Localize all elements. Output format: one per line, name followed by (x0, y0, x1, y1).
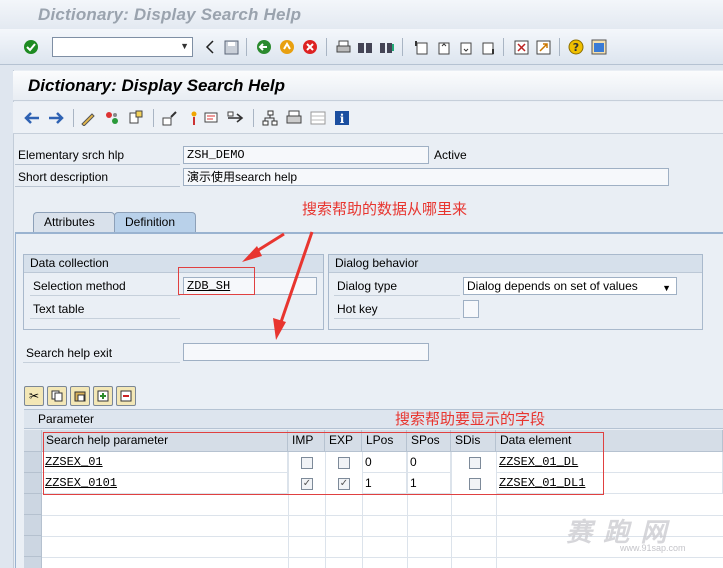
select-all-corner[interactable] (24, 430, 42, 452)
dialog-type-select[interactable]: Dialog depends on set of values ▼ (463, 277, 677, 295)
hierarchy-icon[interactable] (261, 109, 279, 127)
object-list-icon[interactable] (127, 109, 145, 127)
exit-icon[interactable] (278, 38, 296, 56)
selection-method-highlight (178, 267, 255, 295)
activate-icon[interactable] (103, 109, 121, 127)
back-icon[interactable] (255, 38, 273, 56)
svg-text:?: ? (573, 41, 579, 54)
window-title: Dictionary: Display Search Help (38, 5, 302, 24)
table-view-icon[interactable] (309, 109, 327, 127)
arrow-left-icon[interactable] (23, 109, 41, 127)
chevron-down-icon[interactable]: ▼ (180, 41, 189, 51)
tab-attributes[interactable]: Attributes (33, 212, 115, 232)
dialog-behavior-title: Dialog behavior (329, 255, 702, 273)
cancel-icon[interactable] (301, 38, 319, 56)
find-next-icon[interactable] (378, 38, 396, 56)
watermark-url: www.91sap.com (620, 543, 686, 553)
dialog-type-value: Dialog depends on set of values (467, 279, 638, 293)
row-selector[interactable] (24, 452, 42, 473)
tab-definition[interactable]: Definition (114, 212, 196, 232)
page-title: Dictionary: Display Search Help (28, 76, 285, 95)
last-page-icon[interactable] (478, 38, 496, 56)
where-used-icon[interactable] (161, 109, 179, 127)
hot-key-label: Hot key (334, 300, 460, 319)
search-help-exit-label: Search help exit (23, 344, 180, 363)
command-field[interactable]: ▼ (52, 37, 193, 57)
information-icon[interactable]: i (333, 109, 351, 127)
short-description-label: Short description (15, 168, 180, 187)
short-description-field[interactable]: 演示使用search help (183, 168, 669, 186)
text-table-label: Text table (30, 300, 180, 319)
help-icon[interactable]: ? (567, 38, 585, 56)
edit-pencil-icon[interactable] (79, 109, 97, 127)
parameter-section-title: Parameter (24, 409, 723, 429)
arrow-right-icon[interactable] (47, 109, 65, 127)
elementary-search-help-label: Elementary srch hlp (15, 146, 180, 165)
row-selector[interactable] (24, 515, 42, 536)
new-session-icon[interactable] (512, 38, 530, 56)
dialog-type-label: Dialog type (334, 277, 460, 296)
enter-check-icon[interactable] (22, 38, 40, 56)
shortcut-icon[interactable] (534, 38, 552, 56)
text-table-value (183, 300, 317, 318)
cut-icon[interactable]: ✂ (24, 386, 44, 406)
save-icon[interactable] (222, 38, 240, 56)
first-page-icon[interactable] (412, 38, 430, 56)
print-list-icon[interactable] (285, 109, 303, 127)
row-selector[interactable] (24, 473, 42, 494)
navigate-icon[interactable] (227, 109, 245, 127)
data-collection-title: Data collection (24, 255, 323, 273)
application-toolbar: i (13, 102, 723, 134)
triangle-left-icon[interactable] (201, 38, 219, 56)
row-selector[interactable] (24, 494, 42, 515)
copy-icon[interactable] (47, 386, 67, 406)
insert-row-icon[interactable] (93, 386, 113, 406)
info-pin-icon[interactable] (185, 109, 203, 127)
standard-toolbar: ▼ ? (0, 29, 723, 65)
selection-method-label: Selection method (30, 277, 180, 296)
table-toolbar: ✂ (24, 386, 144, 406)
search-help-exit-field[interactable] (183, 343, 429, 361)
paste-icon[interactable] (70, 386, 90, 406)
annotation-data-source: 搜索帮助的数据从哪里来 (302, 201, 468, 218)
annotation-fields: 搜索帮助要显示的字段 (395, 411, 546, 428)
chevron-down-icon[interactable]: ▼ (662, 280, 671, 296)
row-selector[interactable] (24, 557, 42, 568)
svg-text:i: i (340, 112, 345, 126)
next-page-icon[interactable] (456, 38, 474, 56)
delete-row-icon[interactable] (116, 386, 136, 406)
display-object-icon[interactable] (203, 109, 221, 127)
elementary-search-help-field[interactable]: ZSH_DEMO (183, 146, 429, 164)
hot-key-field[interactable] (463, 300, 479, 318)
window-title-bar: Dictionary: Display Search Help (0, 0, 723, 29)
status-label: Active (434, 148, 467, 162)
print-icon[interactable] (334, 38, 352, 56)
screen-title-bar: Dictionary: Display Search Help (13, 71, 723, 101)
customize-layout-icon[interactable] (590, 38, 608, 56)
table-highlight (43, 432, 604, 495)
previous-page-icon[interactable] (434, 38, 452, 56)
row-selector[interactable] (24, 536, 42, 557)
find-icon[interactable] (356, 38, 374, 56)
